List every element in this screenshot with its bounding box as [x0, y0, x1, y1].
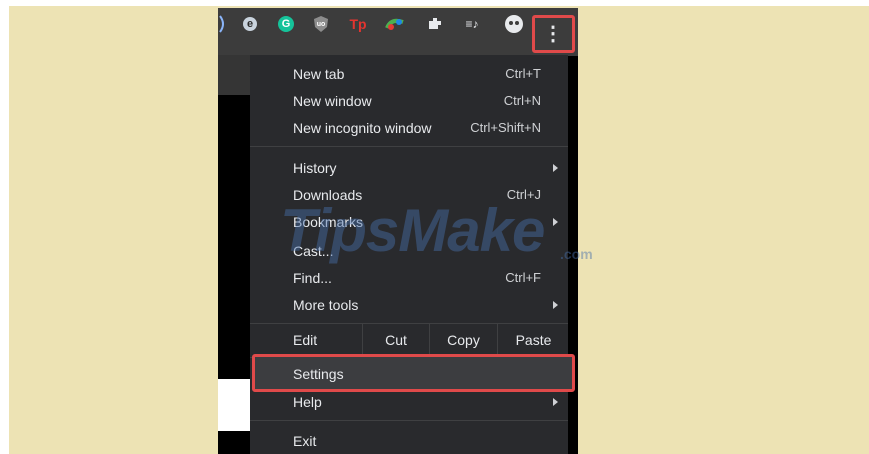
tab-edge-icon[interactable]: [212, 14, 232, 34]
menu-item-label: New incognito window: [293, 119, 432, 136]
menu-item-label: Find...: [293, 269, 332, 286]
puzzle-extensions-icon[interactable]: [425, 14, 445, 34]
submenu-arrow-icon: [553, 397, 558, 406]
menu-item-cast[interactable]: Cast...: [250, 237, 568, 264]
cut-label: Cut: [385, 332, 407, 348]
shortcut-label: Ctrl+F: [505, 270, 541, 285]
page-area: [218, 55, 250, 95]
menu-item-downloads[interactable]: Downloads Ctrl+J: [250, 181, 568, 208]
ublock-icon[interactable]: uo: [311, 14, 331, 34]
menu-item-new-tab[interactable]: New tab Ctrl+T: [250, 60, 568, 87]
page-content: [218, 95, 250, 379]
page-white-block: [218, 379, 250, 431]
extension-e-icon[interactable]: e: [240, 14, 260, 34]
shortcut-label: Ctrl+N: [503, 93, 541, 108]
menu-item-label: More tools: [293, 296, 359, 313]
submenu-arrow-icon: [553, 217, 558, 226]
submenu-arrow-icon: [553, 300, 558, 309]
menu-item-label: Bookmarks: [293, 213, 364, 230]
menu-item-help[interactable]: Help: [250, 388, 568, 415]
menu-item-new-incognito-window[interactable]: New incognito window Ctrl+Shift+N: [250, 114, 568, 141]
color-extension-icon[interactable]: [385, 14, 405, 34]
watermark-suffix: .com: [560, 246, 593, 262]
grammarly-icon[interactable]: G: [276, 14, 296, 34]
menu-item-label: Exit: [293, 432, 317, 449]
cut-button[interactable]: Cut: [362, 323, 429, 357]
menu-item-more-tools[interactable]: More tools: [250, 291, 568, 318]
menu-item-exit[interactable]: Exit: [250, 427, 568, 454]
menu-item-bookmarks[interactable]: Bookmarks: [250, 208, 568, 235]
edit-row: Edit Cut Copy Paste: [250, 323, 568, 357]
shortcut-label: Ctrl+Shift+N: [470, 120, 541, 135]
shortcut-label: Ctrl+J: [506, 187, 541, 202]
menu-item-history[interactable]: History: [250, 154, 568, 181]
menu-separator: [250, 146, 568, 147]
kebab-menu-icon[interactable]: ⋮: [543, 23, 563, 45]
profile-avatar-icon[interactable]: [504, 14, 524, 34]
menu-item-label: Downloads: [293, 186, 363, 203]
settings-highlight: [252, 354, 575, 392]
menu-item-label: Cast...: [293, 242, 334, 259]
menu-item-label: History: [293, 159, 337, 176]
shortcut-label: Ctrl+T: [505, 66, 541, 81]
menu-item-label: Help: [293, 393, 322, 410]
menu-item-label: New window: [293, 92, 372, 109]
chrome-menu: New tab Ctrl+T New window Ctrl+N New inc…: [250, 55, 568, 454]
paste-label: Paste: [515, 332, 552, 348]
menu-item-new-window[interactable]: New window Ctrl+N: [250, 87, 568, 114]
copy-button[interactable]: Copy: [429, 323, 497, 357]
menu-item-label: New tab: [293, 65, 345, 82]
edit-label-cell: Edit: [250, 323, 362, 357]
menu-item-find[interactable]: Find... Ctrl+F: [250, 264, 568, 291]
playlist-icon[interactable]: ≡♪: [462, 14, 482, 34]
copy-label: Copy: [447, 332, 480, 348]
submenu-arrow-icon: [553, 163, 558, 172]
menu-separator: [250, 420, 568, 421]
paste-button[interactable]: Paste: [497, 323, 569, 357]
tp-extension-icon[interactable]: Tp: [348, 14, 368, 34]
edit-label: Edit: [293, 332, 318, 348]
